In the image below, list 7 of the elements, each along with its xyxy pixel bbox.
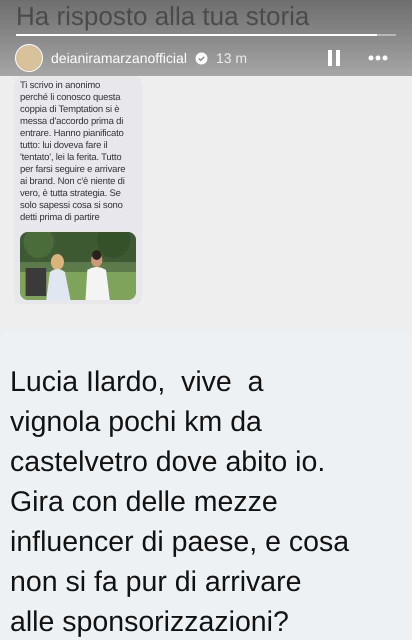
pause-icon[interactable]: [328, 50, 340, 66]
post-time: 13 m: [216, 48, 248, 68]
shared-message-text: Ti scrivo in anonimo perché li conosco questa coppia di Temptation si è messa d'accordo prima di entrare. Hanno pianificato tutto: lui doveva fare il 'tentato', lei la ferita. Tutto per farsi seguire e arrivare ai brand. Non c'è niente di vero, è tutta strategia. Se solo sapessi cosa si sono detti prima di partire: [20, 80, 126, 224]
username[interactable]: deianiramarzanofficial: [51, 48, 187, 68]
more-icon[interactable]: [368, 55, 388, 61]
avatar[interactable]: [15, 44, 43, 72]
message-text: Lucia Ilardo, vive a vignola pochi km da castelvetro dove abito io. Gira con delle mezze influencer di paese, e cosa non si fa pur di arrivare alle sponsorizzazioni?: [10, 365, 350, 640]
